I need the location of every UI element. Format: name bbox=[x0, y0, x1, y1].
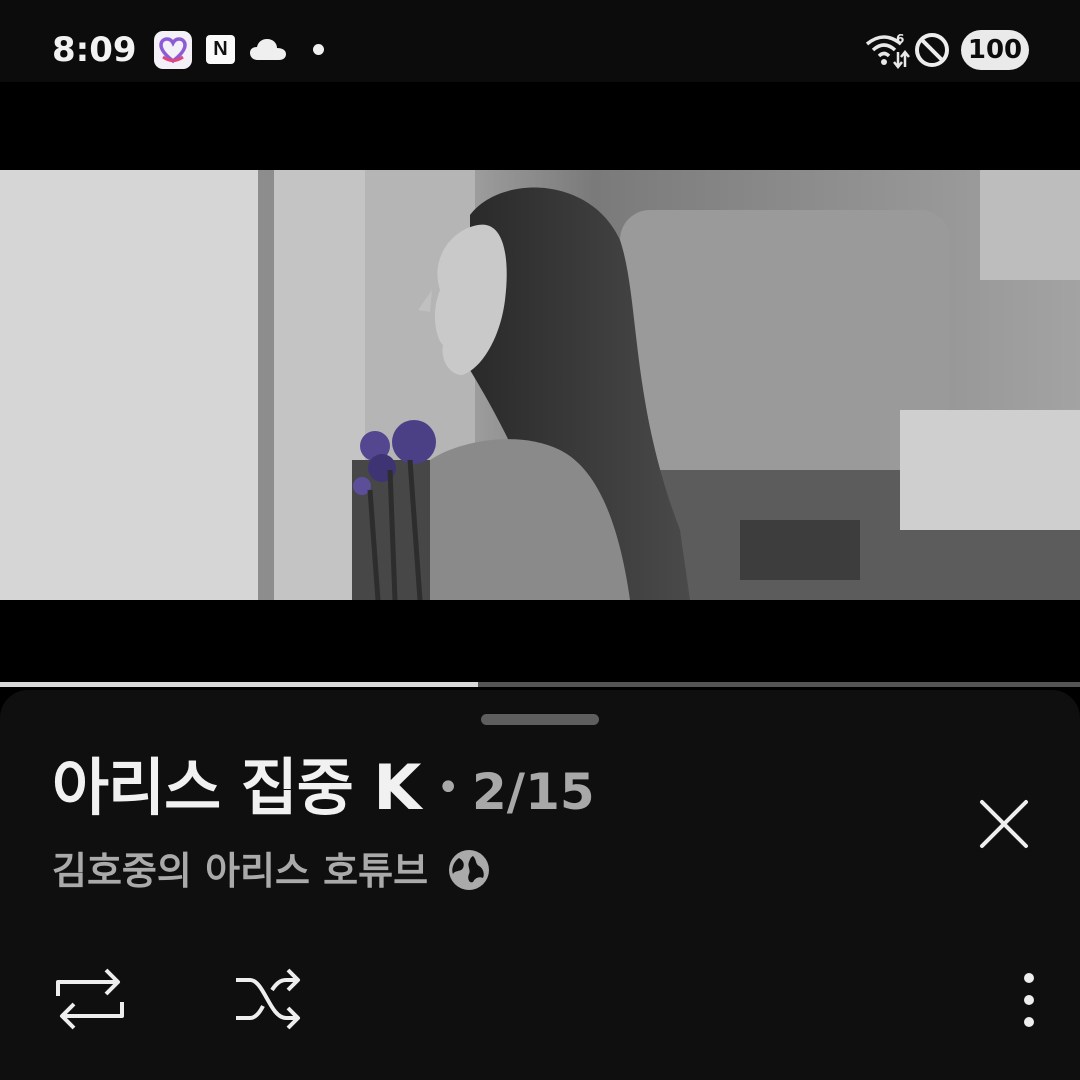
n-app-icon: N bbox=[206, 35, 235, 64]
close-button[interactable] bbox=[976, 796, 1032, 852]
video-thumbnail[interactable] bbox=[0, 170, 1080, 600]
wifi-icon: 6 bbox=[864, 30, 910, 74]
more-vert-icon bbox=[1024, 973, 1034, 1027]
video-player[interactable] bbox=[0, 82, 1080, 682]
shuffle-icon bbox=[236, 968, 300, 1030]
more-options-button[interactable] bbox=[1008, 970, 1050, 1030]
do-not-disturb-icon bbox=[912, 30, 952, 74]
repeat-button[interactable] bbox=[52, 966, 128, 1032]
video-progress-bar[interactable] bbox=[0, 682, 1080, 687]
playlist-panel: 아리스 집중 K • 2/15 김호중의 아리스 호튜브 bbox=[0, 690, 1080, 1080]
playlist-position: 2/15 bbox=[472, 763, 595, 821]
status-bar: 8:09 N 6 100 bbox=[0, 0, 1080, 82]
video-progress-fill bbox=[0, 682, 479, 687]
title-separator: • bbox=[436, 765, 461, 811]
playlist-title-row: 아리스 집중 K • 2/15 bbox=[52, 748, 595, 828]
channel-row[interactable]: 김호중의 아리스 호튜브 bbox=[52, 840, 491, 902]
heart-app-icon bbox=[154, 31, 192, 69]
shuffle-button[interactable] bbox=[232, 966, 306, 1032]
screen: 8:09 N 6 100 아리스 집중 K • 2/15 김호중의 아리스 호튜… bbox=[0, 0, 1080, 1080]
playlist-title: 아리스 집중 K bbox=[52, 751, 421, 824]
repeat-icon bbox=[56, 968, 124, 1030]
globe-icon bbox=[447, 848, 491, 896]
battery-indicator: 100 bbox=[961, 30, 1029, 70]
notification-dot bbox=[313, 44, 324, 55]
svg-text:6: 6 bbox=[896, 32, 904, 46]
channel-name[interactable]: 김호중의 아리스 호튜브 bbox=[52, 849, 428, 893]
close-icon bbox=[980, 800, 1028, 848]
status-time: 8:09 bbox=[52, 30, 137, 70]
drag-handle[interactable] bbox=[481, 714, 599, 725]
cloud-icon bbox=[248, 36, 288, 66]
